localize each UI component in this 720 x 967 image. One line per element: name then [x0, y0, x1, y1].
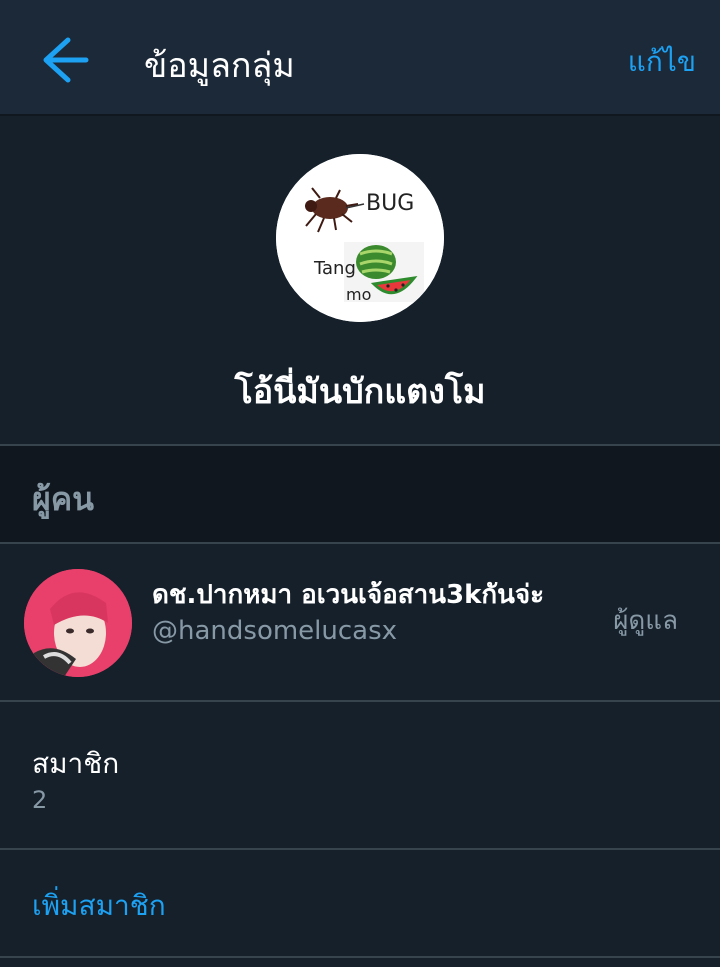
member-display-name: ดช.ปากหมา อเวนเจ้อสาน3kกันจ่ะ — [152, 580, 545, 610]
group-info: BUG Tang mo โอ้นี่มันบักแตงโม — [0, 116, 720, 444]
add-member-label: เพิ่มสมาชิก — [32, 889, 166, 922]
members-count: 2 — [32, 786, 48, 814]
svg-text:mo: mo — [346, 285, 371, 304]
arrow-left-icon — [43, 37, 89, 83]
svg-text:BUG: BUG — [366, 191, 414, 216]
member-list-item[interactable]: ดช.ปากหมา อเวนเจ้อสาน3kกันจ่ะ @handsomel… — [0, 544, 720, 700]
group-name: โอ้นี่มันบักแตงโม — [234, 372, 486, 412]
group-avatar[interactable]: BUG Tang mo — [276, 154, 444, 322]
divider — [0, 956, 720, 958]
back-button[interactable] — [30, 30, 94, 90]
people-section-label: ผู้คน — [32, 480, 95, 518]
members-label: สมาชิก — [32, 747, 120, 780]
edit-button[interactable]: แก้ไข — [628, 40, 696, 84]
svg-text:Tang: Tang — [313, 258, 356, 279]
member-role-badge: ผู้ดูแล — [613, 606, 678, 636]
add-member-button[interactable]: เพิ่มสมาชิก — [0, 850, 720, 956]
member-handle: @handsomelucasx — [152, 616, 398, 646]
top-app-bar: ข้อมูลกลุ่ม แก้ไข — [0, 0, 720, 116]
members-count-row[interactable]: สมาชิก 2 — [0, 702, 720, 848]
avatar — [24, 569, 132, 677]
people-section-header: ผู้คน — [0, 446, 720, 542]
page-title: ข้อมูลกลุ่ม — [144, 46, 295, 86]
group-avatar-image: BUG Tang mo — [276, 154, 444, 322]
